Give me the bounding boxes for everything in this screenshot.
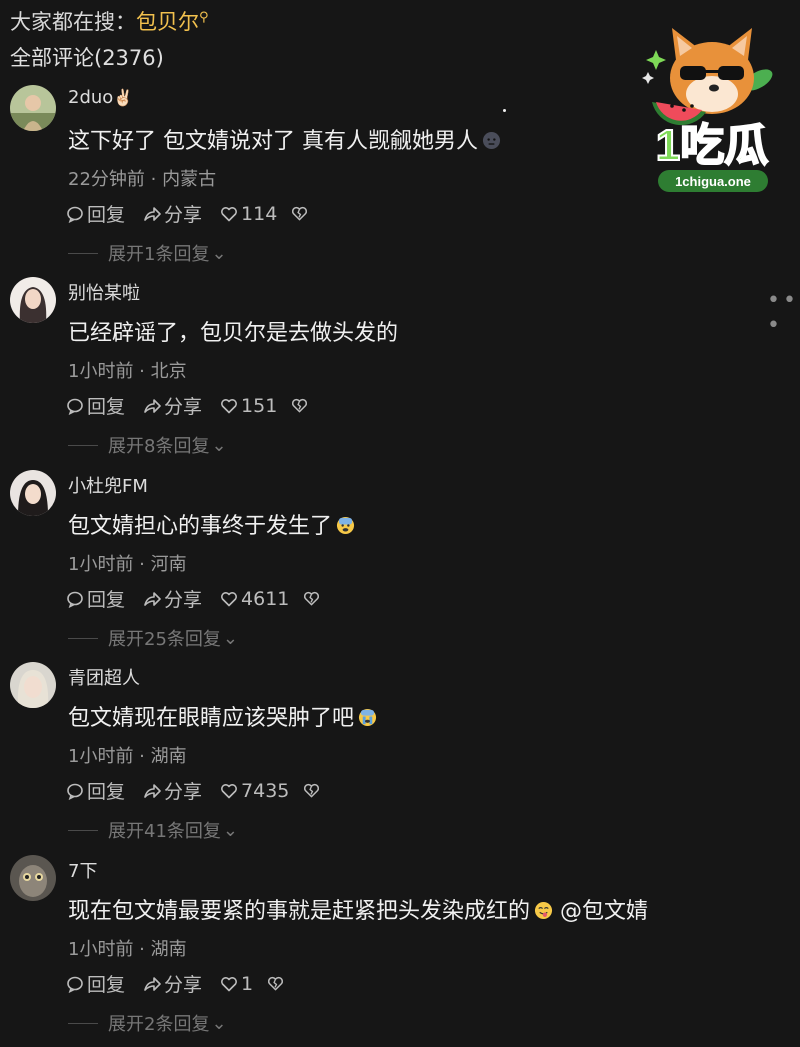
username[interactable]: 7下: [68, 857, 97, 883]
reply-button[interactable]: 回复: [66, 777, 125, 804]
victory-hand-icon: ✌🏻: [113, 88, 134, 107]
comment-item: 青团超人 包文婧现在眼睛应该哭肿了吧 1小时前 · 湖南 回复 分享 7435 …: [0, 662, 800, 854]
reply-button[interactable]: 回复: [66, 200, 125, 227]
comment-actions: 回复 分享 7435: [66, 777, 341, 804]
username[interactable]: 小杜兜FM: [68, 472, 148, 498]
comment-actions: 回复 分享 4611: [66, 585, 341, 612]
time-location: 1小时前 · 北京: [68, 361, 187, 382]
comment-item: 2duo✌🏻 这下好了 包文婧说对了 真有人觊觎她男人 22分钟前 · 内蒙古 …: [0, 85, 800, 277]
broken-heart-icon: [292, 398, 308, 413]
dislike-button[interactable]: [303, 590, 323, 607]
comment-text: 包文婧担心的事终于发生了: [68, 508, 355, 540]
share-button[interactable]: 分享: [143, 970, 202, 997]
avatar[interactable]: [10, 470, 56, 516]
avatar[interactable]: [10, 855, 56, 901]
heart-icon: [221, 398, 237, 413]
expand-replies-button[interactable]: 展开41条回复 ⌄: [68, 817, 238, 843]
comment-text: 已经辟谣了，包贝尔是去做头发的: [68, 321, 399, 346]
reply-icon: [67, 976, 83, 993]
comment-actions: 回复 分享 1: [66, 970, 305, 997]
dislike-button[interactable]: [303, 782, 323, 799]
reply-icon: [67, 398, 83, 415]
search-icon[interactable]: ⚲: [199, 10, 209, 25]
share-icon: [144, 206, 161, 221]
avatar[interactable]: [10, 662, 56, 708]
dislike-button[interactable]: [291, 205, 311, 222]
chevron-down-icon: ⌄: [211, 242, 227, 264]
mention-link[interactable]: @包文婧: [560, 899, 648, 924]
comment-item: 7下 现在包文婧最要紧的事就是赶紧把头发染成红的 @包文婧 1小时前 · 湖南 …: [0, 855, 800, 1047]
reply-icon: [67, 206, 83, 223]
like-count: 151: [241, 394, 278, 417]
dark-face-emoji-icon: [482, 131, 501, 150]
total-comments-count: 全部评论(2376): [10, 46, 164, 70]
expand-replies-button[interactable]: 展开2条回复 ⌄: [68, 1010, 227, 1036]
expand-replies-button[interactable]: 展开25条回复 ⌄: [68, 625, 238, 651]
share-button[interactable]: 分享: [143, 200, 202, 227]
avatar[interactable]: [10, 277, 56, 323]
reply-icon: [67, 783, 83, 800]
heart-icon: [221, 591, 237, 606]
share-icon: [144, 783, 161, 798]
dislike-button[interactable]: [267, 975, 287, 992]
username[interactable]: 2duo✌🏻: [68, 87, 133, 108]
like-button[interactable]: 4611: [220, 588, 289, 610]
like-count: 7435: [241, 779, 290, 802]
broken-heart-icon: [268, 976, 284, 991]
heart-icon: [221, 976, 237, 991]
reply-button[interactable]: 回复: [66, 392, 125, 419]
heart-icon: [221, 206, 237, 221]
heart-icon: [221, 783, 237, 798]
like-button[interactable]: 7435: [220, 780, 289, 802]
username[interactable]: 别怡某啦: [68, 279, 140, 305]
reply-icon: [67, 591, 83, 608]
comment-actions: 回复 分享 151: [66, 392, 329, 419]
share-icon: [144, 976, 161, 991]
comment-text: 这下好了 包文婧说对了 真有人觊觎她男人: [68, 123, 501, 155]
chevron-down-icon: ⌄: [211, 1012, 227, 1034]
broken-heart-icon: [304, 783, 320, 798]
hot-search-bar[interactable]: 大家都在搜：包贝尔⚲: [10, 6, 209, 36]
hot-search-prefix: 大家都在搜：: [10, 10, 136, 34]
share-button[interactable]: 分享: [143, 392, 202, 419]
like-button[interactable]: 114: [220, 203, 277, 225]
like-button[interactable]: 151: [220, 395, 277, 417]
time-location: 22分钟前 · 内蒙古: [68, 169, 217, 190]
broken-heart-icon: [292, 206, 308, 221]
share-icon: [144, 398, 161, 413]
like-button[interactable]: 1: [220, 973, 253, 995]
time-location: 1小时前 · 河南: [68, 554, 187, 575]
chevron-down-icon: ⌄: [222, 627, 238, 649]
broken-heart-icon: [304, 591, 320, 606]
like-count: 114: [241, 202, 278, 225]
like-count: 1: [241, 972, 254, 995]
reply-button[interactable]: 回复: [66, 585, 125, 612]
chevron-down-icon: ⌄: [211, 434, 227, 456]
dislike-button[interactable]: [291, 397, 311, 414]
avatar[interactable]: [10, 85, 56, 131]
hot-search-keyword[interactable]: 包贝尔: [136, 10, 199, 34]
chevron-down-icon: ⌄: [222, 819, 238, 841]
share-button[interactable]: 分享: [143, 777, 202, 804]
tongue-face-emoji-icon: [534, 901, 553, 920]
anxious-face-emoji-icon: [336, 516, 355, 535]
time-location: 1小时前 · 湖南: [68, 939, 187, 960]
comment-actions: 回复 分享 114: [66, 200, 329, 227]
crying-face-emoji-icon: [358, 708, 377, 727]
expand-replies-button[interactable]: 展开8条回复 ⌄: [68, 432, 227, 458]
username[interactable]: 青团超人: [68, 664, 140, 690]
comment-text: 现在包文婧最要紧的事就是赶紧把头发染成红的 @包文婧: [68, 899, 649, 924]
share-icon: [144, 591, 161, 606]
share-button[interactable]: 分享: [143, 585, 202, 612]
comment-item: 别怡某啦 已经辟谣了，包贝尔是去做头发的 1小时前 · 北京 回复 分享 151…: [0, 277, 800, 469]
like-count: 4611: [241, 587, 290, 610]
comment-item: 小杜兜FM 包文婧担心的事终于发生了 1小时前 · 河南 回复 分享 4611 …: [0, 470, 800, 662]
comment-text: 包文婧现在眼睛应该哭肿了吧: [68, 700, 377, 732]
expand-replies-button[interactable]: 展开1条回复 ⌄: [68, 240, 227, 266]
reply-button[interactable]: 回复: [66, 970, 125, 997]
time-location: 1小时前 · 湖南: [68, 746, 187, 767]
